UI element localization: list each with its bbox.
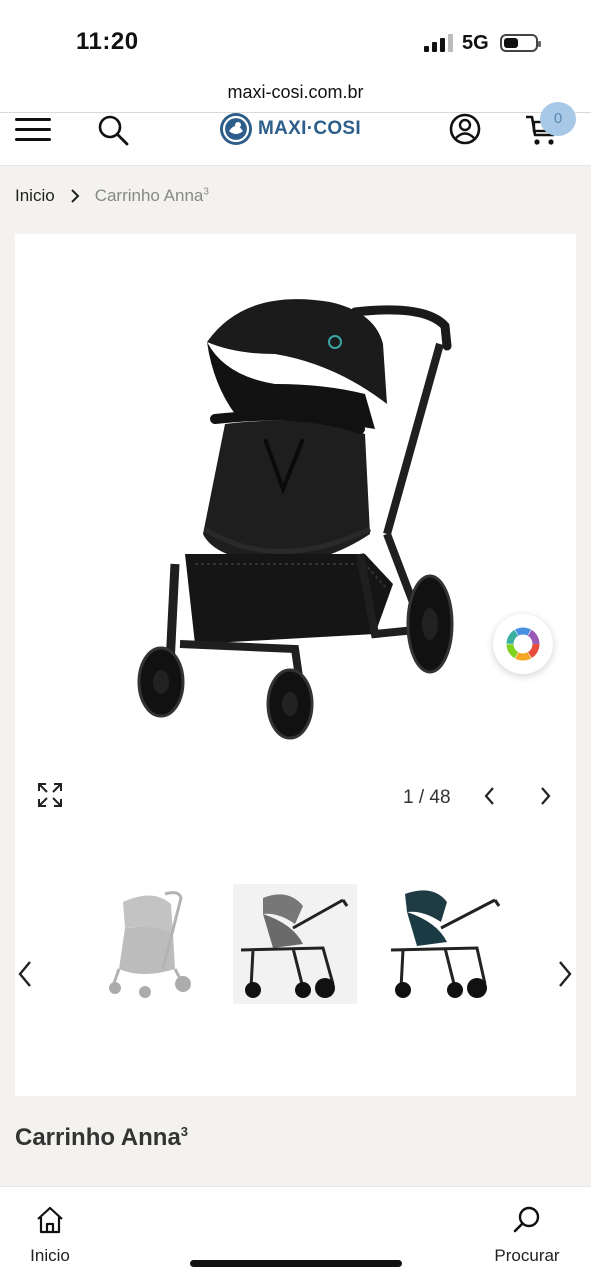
expand-icon[interactable]: [37, 782, 63, 808]
thumbnail-prev-icon[interactable]: [15, 959, 35, 989]
brand-logo[interactable]: MAXI·COSI: [220, 113, 372, 145]
search-icon[interactable]: [96, 113, 130, 147]
network-type: 5G: [462, 32, 489, 54]
search-icon: [513, 1206, 540, 1233]
battery-icon: [500, 34, 541, 52]
thumbnail-next-icon[interactable]: [555, 959, 575, 989]
nav-home-label: Inicio: [30, 1246, 70, 1265]
product-main-image[interactable]: [125, 264, 465, 754]
chevron-right-icon: [70, 189, 80, 203]
account-icon[interactable]: [447, 113, 483, 147]
nav-search-label: Procurar: [494, 1246, 560, 1265]
image-counter: 1 / 48: [403, 787, 451, 808]
logo-text: MAXI·COSI: [258, 118, 361, 139]
nav-home-button[interactable]: Inicio: [22, 1205, 78, 1271]
thumbnail-grey-stroller-side[interactable]: [233, 884, 357, 1004]
chevron-left-icon[interactable]: [481, 784, 499, 808]
status-bar: 11:20 5G: [0, 0, 591, 78]
thumbnail-grey-stroller[interactable]: [83, 884, 207, 1004]
thumbnail-teal-stroller-side[interactable]: [385, 884, 509, 1004]
chevron-right-icon[interactable]: [536, 784, 554, 808]
nav-search-button[interactable]: Procurar: [484, 1205, 570, 1271]
breadcrumb-current: Carrinho Anna3: [94, 186, 209, 205]
hamburger-icon[interactable]: [15, 115, 53, 143]
logo-mark-icon: [220, 113, 252, 145]
color-picker-button[interactable]: [493, 614, 553, 674]
product-title: Carrinho Anna3: [15, 1124, 189, 1151]
breadcrumb-home-link[interactable]: Inicio: [15, 186, 55, 206]
home-icon: [37, 1206, 63, 1234]
url-text: maxi-cosi.com.br: [227, 82, 364, 102]
site-header: MAXI·COSI: [0, 112, 591, 166]
product-gallery: 1 / 48: [15, 234, 576, 1096]
signal-icon: [424, 34, 454, 52]
home-indicator: [190, 1260, 402, 1267]
url-bar[interactable]: maxi-cosi.com.br: [0, 78, 591, 114]
breadcrumb: Inicio Carrinho Anna3: [15, 186, 209, 206]
cart-count-badge[interactable]: 0: [540, 102, 576, 136]
status-time: 11:20: [76, 28, 139, 55]
